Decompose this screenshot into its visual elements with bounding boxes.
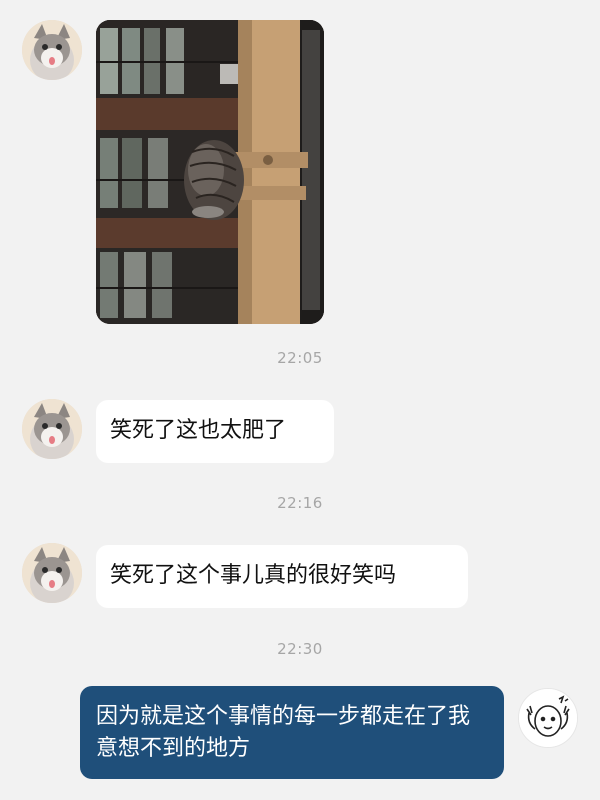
cat-avatar-icon	[22, 543, 82, 603]
cat-avatar-icon	[22, 399, 82, 459]
image-message[interactable]	[96, 20, 324, 324]
contact-avatar[interactable]	[22, 399, 82, 459]
contact-avatar[interactable]	[22, 543, 82, 603]
doodle-face-avatar-icon	[519, 689, 577, 747]
incoming-message[interactable]: 笑死了这也太肥了	[96, 400, 334, 463]
incoming-message[interactable]: 笑死了这个事儿真的很好笑吗	[96, 545, 468, 608]
photo-content	[96, 20, 324, 324]
timestamp: 22:30	[277, 640, 323, 658]
timestamp: 22:05	[277, 349, 323, 367]
my-avatar[interactable]	[518, 688, 578, 748]
cat-avatar-icon	[22, 20, 82, 80]
outgoing-message[interactable]: 因为就是这个事情的每一步都走在了我意想不到的地方	[80, 686, 504, 779]
contact-avatar[interactable]	[22, 20, 82, 80]
timestamp: 22:16	[277, 494, 323, 512]
